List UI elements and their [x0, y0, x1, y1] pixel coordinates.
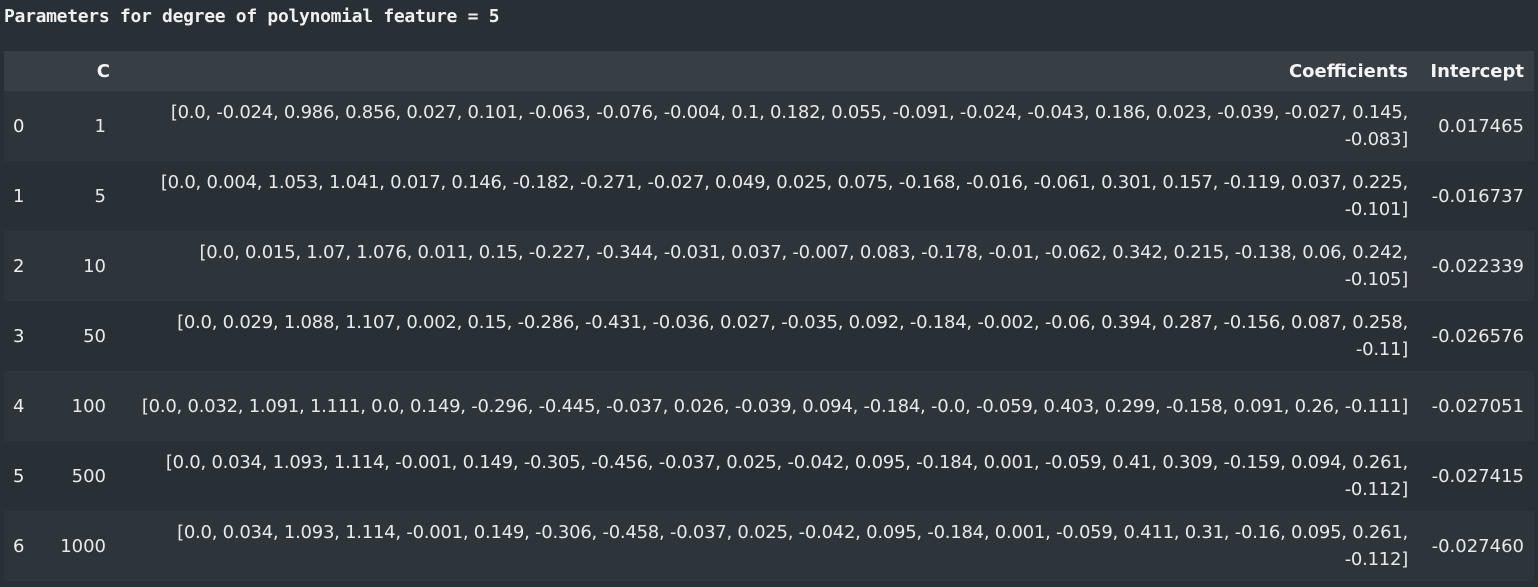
- coefficients-value: [0.0, 0.032, 1.091, 1.111, 0.0, 0.149, -…: [141, 395, 1408, 417]
- row-index: 5: [13, 465, 25, 487]
- dataframe-table: C Coefficients Intercept 0 1 [0.0, -0.02…: [4, 51, 1534, 581]
- table-row: 0 1 [0.0, -0.024, 0.986, 0.856, 0.027, 0…: [4, 91, 1534, 161]
- row-index: 6: [13, 535, 25, 557]
- coefficients-value: [0.0, 0.029, 1.088, 1.107, 0.002, 0.15, …: [177, 312, 1408, 360]
- row-index: 1: [13, 185, 25, 207]
- intercept-column-header: Intercept: [1430, 60, 1524, 82]
- row-index: 4: [13, 395, 25, 417]
- table-row: 4 100 [0.0, 0.032, 1.091, 1.111, 0.0, 0.…: [4, 371, 1534, 441]
- table-row: 2 10 [0.0, 0.015, 1.07, 1.076, 0.011, 0.…: [4, 231, 1534, 301]
- intercept-value: -0.027415: [1431, 465, 1524, 487]
- output-caption: Parameters for degree of polynomial feat…: [4, 6, 500, 27]
- intercept-value: 0.017465: [1438, 115, 1524, 137]
- table-row: 5 500 [0.0, 0.034, 1.093, 1.114, -0.001,…: [4, 441, 1534, 511]
- c-column-header: C: [96, 60, 110, 82]
- coefficients-column-header: Coefficients: [1288, 60, 1408, 82]
- c-value: 1: [94, 115, 106, 137]
- intercept-value: -0.027051: [1431, 395, 1524, 417]
- table-row: 3 50 [0.0, 0.029, 1.088, 1.107, 0.002, 0…: [4, 301, 1534, 371]
- coefficients-value: [0.0, 0.004, 1.053, 1.041, 0.017, 0.146,…: [160, 172, 1408, 220]
- table-row: 1 5 [0.0, 0.004, 1.053, 1.041, 0.017, 0.…: [4, 161, 1534, 231]
- intercept-value: -0.026576: [1431, 325, 1524, 347]
- intercept-value: -0.016737: [1431, 185, 1524, 207]
- intercept-value: -0.022339: [1431, 255, 1524, 277]
- table-header: C Coefficients Intercept: [4, 51, 1534, 91]
- c-value: 50: [83, 325, 106, 347]
- row-index: 3: [13, 325, 25, 347]
- row-index: 2: [13, 255, 25, 277]
- notebook-output: Parameters for degree of polynomial feat…: [0, 0, 1538, 587]
- c-value: 10: [83, 255, 106, 277]
- row-index: 0: [13, 115, 25, 137]
- coefficients-value: [0.0, 0.034, 1.093, 1.114, -0.001, 0.149…: [177, 522, 1408, 570]
- c-value: 5: [94, 185, 106, 207]
- table-row: 6 1000 [0.0, 0.034, 1.093, 1.114, -0.001…: [4, 511, 1534, 581]
- c-value: 1000: [60, 535, 106, 557]
- coefficients-value: [0.0, 0.015, 1.07, 1.076, 0.011, 0.15, -…: [199, 242, 1408, 290]
- table-body: 0 1 [0.0, -0.024, 0.986, 0.856, 0.027, 0…: [4, 91, 1534, 581]
- intercept-value: -0.027460: [1431, 535, 1524, 557]
- coefficients-value: [0.0, 0.034, 1.093, 1.114, -0.001, 0.149…: [165, 452, 1408, 500]
- index-header: [4, 51, 44, 91]
- c-value: 500: [71, 465, 106, 487]
- header-row: C Coefficients Intercept: [4, 51, 1534, 91]
- c-value: 100: [71, 395, 106, 417]
- coefficients-value: [0.0, -0.024, 0.986, 0.856, 0.027, 0.101…: [170, 102, 1408, 150]
